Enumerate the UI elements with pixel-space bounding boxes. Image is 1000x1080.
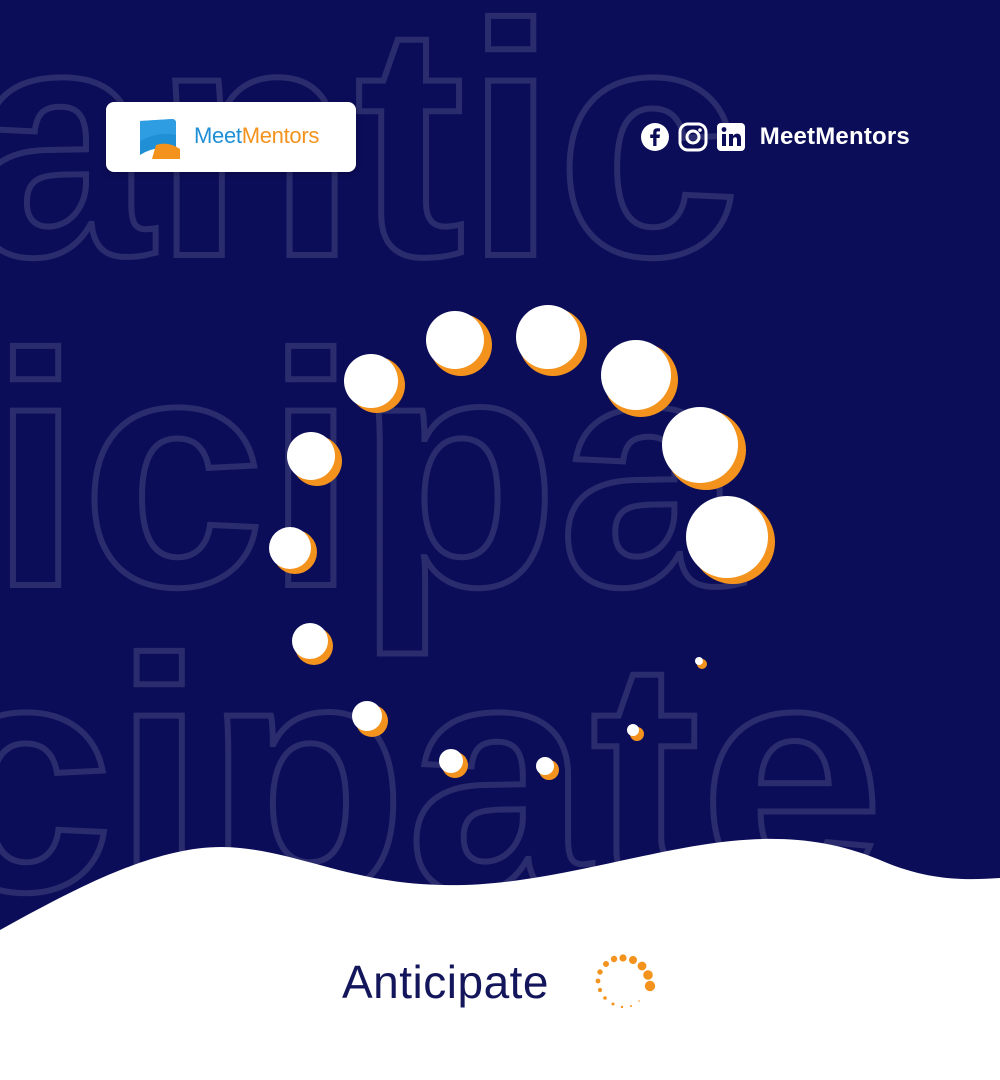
poster: antic ticipa cipate MeetMentors [0,0,1000,1080]
dot-9 [292,623,333,665]
dot-10 [352,701,388,737]
dot-13 [627,724,644,741]
dot-1 [516,305,587,376]
dot-3 [662,407,746,490]
dot-14 [695,657,707,669]
dot-6 [344,354,405,413]
dot-12 [536,757,559,780]
dot-2 [601,340,678,417]
loading-ring-icon [595,954,656,1009]
bottom-wave [0,838,1000,1080]
dot-4 [686,496,775,584]
dot-11 [439,749,468,778]
footer-word: Anticipate [342,956,550,1008]
dot-7 [287,432,342,486]
dot-5 [426,311,492,376]
dot-8 [269,527,317,574]
